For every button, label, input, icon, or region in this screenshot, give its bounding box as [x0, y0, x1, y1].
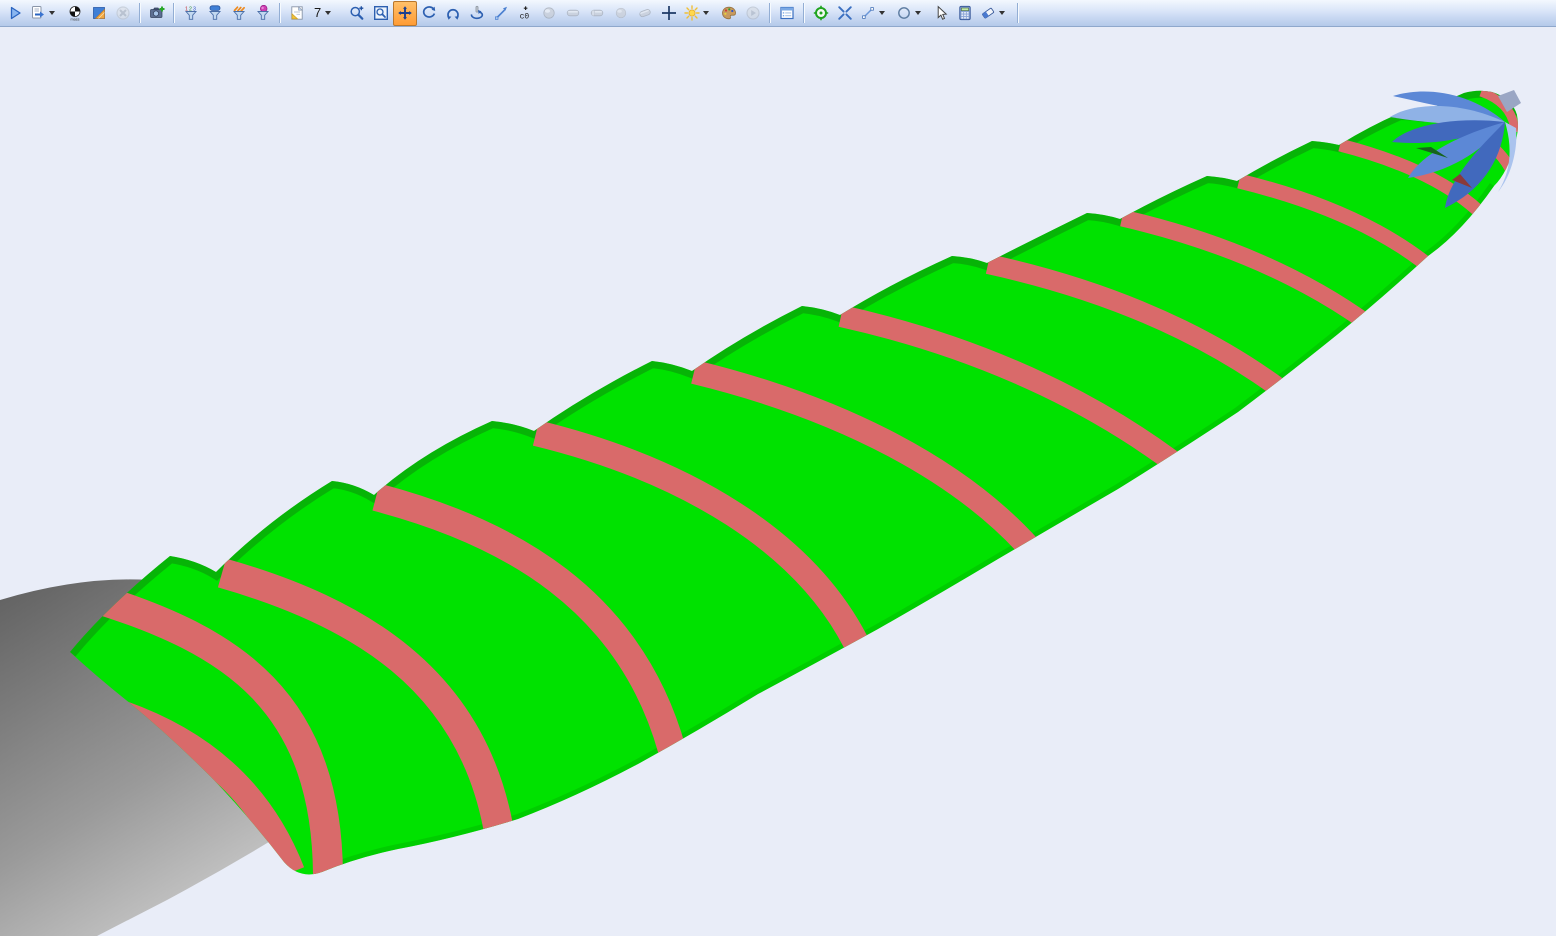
toolbar-separator	[279, 3, 281, 23]
sheet-icon	[289, 5, 305, 21]
c0-point-button[interactable]: c0	[513, 1, 537, 26]
measure-arrow-icon	[493, 5, 509, 21]
setup-plane-button[interactable]	[87, 1, 111, 26]
cyl-icon	[565, 5, 581, 21]
select-button[interactable]	[929, 1, 953, 26]
rotate-axis-button[interactable]	[465, 1, 489, 26]
page-number-label: 7	[312, 5, 322, 21]
calculator-button[interactable]	[953, 1, 977, 26]
target-icon	[813, 5, 829, 21]
filter-disc-icon	[255, 5, 271, 21]
tool-sphere-button	[609, 1, 633, 26]
plane-icon	[91, 5, 107, 21]
sphere-icon	[613, 5, 629, 21]
filter-disc-button[interactable]	[251, 1, 275, 26]
measure-button[interactable]	[489, 1, 513, 26]
pan-icon	[397, 5, 413, 21]
calculator-icon	[957, 5, 973, 21]
play-icon	[7, 5, 23, 21]
window-list-icon	[779, 5, 795, 21]
rotate-3d-icon	[421, 5, 437, 21]
filter-sparks-button[interactable]	[227, 1, 251, 26]
cursor-icon	[933, 5, 949, 21]
run-button[interactable]	[3, 1, 27, 26]
pan-button[interactable]	[393, 1, 417, 26]
animate-button	[741, 1, 765, 26]
cancel-icon	[115, 5, 131, 21]
cyl2-icon	[589, 5, 605, 21]
drill-flute-body	[70, 91, 1518, 875]
dropdown-arrow-icon[interactable]	[999, 11, 1005, 15]
filter-123-icon: 123	[183, 5, 199, 21]
svg-text:mass: mass	[70, 18, 79, 21]
sun-icon	[684, 5, 700, 21]
toolbar-separator	[173, 3, 175, 23]
cancel-button	[111, 1, 135, 26]
mass-properties-button[interactable]: mass	[63, 1, 87, 26]
rotate-3d-button[interactable]	[417, 1, 441, 26]
tool-capsule-button	[633, 1, 657, 26]
zoom-window-icon	[373, 5, 389, 21]
intersection-snap-button[interactable]	[833, 1, 857, 26]
rotate-axis-icon	[469, 5, 485, 21]
filter-wheel-button[interactable]	[203, 1, 227, 26]
circle-icon	[896, 5, 912, 21]
tool-cylinder-1-button	[561, 1, 585, 26]
eraser-icon	[980, 5, 996, 21]
filter-sparks-icon	[231, 5, 247, 21]
line-icon	[860, 5, 876, 21]
tool-cylinder-2-button	[585, 1, 609, 26]
target-point-button[interactable]	[809, 1, 833, 26]
mass-icon: mass	[67, 5, 83, 21]
toolbar-separator	[803, 3, 805, 23]
colors-palette-button[interactable]	[717, 1, 741, 26]
capsule-icon	[637, 5, 653, 21]
zoom-in-button[interactable]	[345, 1, 369, 26]
play-circle-icon	[745, 5, 761, 21]
capture-image-button[interactable]	[145, 1, 169, 26]
export-report-button[interactable]	[27, 1, 63, 26]
c0-icon: c0	[517, 5, 533, 21]
main-toolbar: mass 123 7 c0	[0, 0, 1556, 27]
zoom-in-icon	[349, 5, 365, 21]
eraser-button[interactable]	[977, 1, 1013, 26]
cross-marker-button[interactable]	[657, 1, 681, 26]
filter-wheel-icon	[207, 5, 223, 21]
doc-export-icon	[30, 5, 46, 21]
page-number-button[interactable]: 7	[309, 1, 345, 26]
viewport-3d[interactable]	[0, 27, 1556, 936]
rotate-free-button[interactable]	[441, 1, 465, 26]
drill-model-scene	[0, 27, 1556, 936]
toolbar-separator	[139, 3, 141, 23]
dropdown-arrow-icon[interactable]	[915, 11, 921, 15]
toolbar-separator	[769, 3, 771, 23]
dropdown-arrow-icon[interactable]	[49, 11, 55, 15]
camera-add-icon	[149, 5, 165, 21]
dropdown-arrow-icon[interactable]	[879, 11, 885, 15]
lighting-button[interactable]	[681, 1, 717, 26]
toolbar-separator	[1017, 3, 1019, 23]
dropdown-arrow-icon[interactable]	[325, 11, 331, 15]
zoom-window-button[interactable]	[369, 1, 393, 26]
filter-numbers-button[interactable]: 123	[179, 1, 203, 26]
rotate-free-icon	[445, 5, 461, 21]
cross-icon	[661, 5, 677, 21]
svg-text:c0: c0	[520, 13, 530, 21]
circle-snap-button[interactable]	[893, 1, 929, 26]
window-list-button[interactable]	[775, 1, 799, 26]
tool-ball-nose-button	[537, 1, 561, 26]
palette-icon	[721, 5, 737, 21]
ball-icon	[541, 5, 557, 21]
sheet-view-button[interactable]	[285, 1, 309, 26]
x-snap-icon	[837, 5, 853, 21]
dropdown-arrow-icon[interactable]	[703, 11, 709, 15]
line-snap-button[interactable]	[857, 1, 893, 26]
